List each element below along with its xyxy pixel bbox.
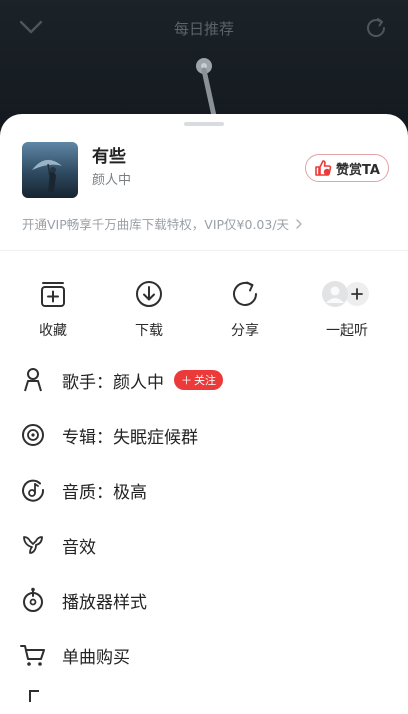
download-label: 下载 (135, 323, 163, 339)
effects-text: 音效 (62, 537, 96, 558)
menu-item-player-style[interactable]: 播放器样式 (20, 580, 390, 620)
section-divider (0, 250, 408, 251)
album-text: 专辑：失眠症候群 (62, 427, 198, 448)
action-row: 收藏 下载 分享 一起听 (0, 278, 408, 342)
turntable-needle (196, 58, 217, 118)
share-label: 分享 (231, 323, 259, 339)
share-icon (233, 281, 257, 306)
player-style-icon (23, 587, 43, 612)
sheet-drag-handle[interactable] (184, 122, 224, 126)
song-title: 有些 (92, 147, 126, 167)
tip-artist-button[interactable]: 赞赏TA (305, 154, 389, 182)
add-collection-icon (41, 282, 65, 307)
share-icon[interactable] (364, 16, 388, 40)
next-item-icon (29, 690, 39, 702)
song-artist[interactable]: 颜人中 (92, 169, 131, 188)
tip-button-label: 赞赏TA (336, 162, 380, 178)
menu-item-quality[interactable]: 音质：极高 (20, 470, 390, 510)
sound-quality-icon (22, 479, 45, 502)
player-style-text: 播放器样式 (62, 592, 147, 613)
download-button[interactable]: 下载 (114, 278, 184, 340)
download-icon (136, 281, 162, 307)
album-disc-icon (22, 424, 44, 446)
vip-promo-text: 开通VIP畅享千万曲库下载特权，VIP仅¥0.03/天 (22, 217, 290, 232)
collect-label: 收藏 (39, 323, 67, 339)
menu-item-purchase[interactable]: 单曲购买 (20, 635, 390, 675)
follow-button[interactable]: ＋ 关注 (174, 370, 223, 390)
song-options-sheet: 有些 颜人中 赞赏TA 开通VIP畅享千万曲库下载特权，VIP仅¥0.03/天 (0, 114, 408, 714)
quality-text: 音质：极高 (62, 482, 147, 503)
singer-icon (24, 368, 42, 392)
vip-promo-link[interactable]: 开通VIP畅享千万曲库下载特权，VIP仅¥0.03/天 (22, 214, 303, 233)
listen-together-button[interactable]: 一起听 (312, 278, 382, 340)
singer-text: 歌手：颜人中 (62, 372, 164, 393)
collect-button[interactable]: 收藏 (18, 278, 88, 340)
menu-item-album[interactable]: 专辑：失眠症候群 (20, 415, 390, 455)
menu-item-singer[interactable]: 歌手：颜人中 ＋ 关注 (20, 360, 390, 400)
player-title: 每日推荐 (173, 20, 234, 38)
listen-together-icon (322, 281, 369, 307)
thumbs-up-icon (315, 160, 332, 176)
plus-icon: ＋ (181, 374, 192, 387)
menu-item-effects[interactable]: 音效 (20, 525, 390, 565)
follow-label: 关注 (194, 374, 216, 387)
shopping-cart-icon (20, 645, 45, 666)
share-button[interactable]: 分享 (210, 278, 280, 340)
chevron-right-icon (296, 218, 302, 229)
purchase-text: 单曲购买 (62, 647, 130, 668)
album-cover (22, 142, 78, 198)
listen-together-label: 一起听 (326, 323, 368, 339)
sound-effect-icon (23, 536, 43, 554)
